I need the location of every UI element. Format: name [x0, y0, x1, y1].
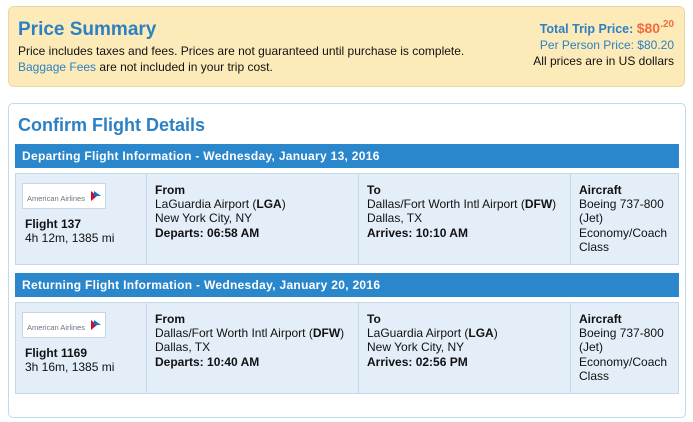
confirm-title: Confirm Flight Details	[18, 115, 206, 135]
flight-duration: 3h 16m, 1385 mi	[25, 360, 115, 374]
from-airport-name: Dallas/Fort Worth Intl Airport (	[155, 326, 313, 341]
returning-aircraft-cell: Aircraft Boeing 737-800 (Jet) Economy/Co…	[570, 303, 678, 393]
from-airport: Dallas/Fort Worth Intl Airport (DFW)	[155, 326, 344, 340]
aircraft-model: Boeing 737-800	[579, 326, 664, 341]
total-trip-price-dollars: $80	[636, 20, 661, 36]
departing-flight-row: American Airlines Flight 137 4h 12m, 138…	[15, 173, 679, 265]
from-airport-paren: )	[281, 197, 286, 212]
confirm-flight-details-panel: Confirm Flight Details Departing Flight …	[8, 103, 686, 418]
baggage-note-text: are not included in your trip cost.	[96, 60, 273, 74]
from-city: Dallas, TX	[155, 340, 211, 355]
from-label: From	[155, 312, 185, 326]
from-airport-code: DFW	[312, 326, 341, 341]
currency-note: All prices are in US dollars	[533, 54, 674, 68]
airline-eagle-icon	[91, 191, 101, 201]
cabin-class-line2: Class	[579, 239, 610, 254]
returning-flight-header: Returning Flight Information - Wednesday…	[15, 273, 679, 297]
airline-logo-text: American Airlines	[27, 194, 85, 203]
returning-flight-airline-cell: American Airlines Flight 1169 3h 16m, 13…	[16, 303, 147, 393]
departing-aircraft-cell: Aircraft Boeing 737-800 (Jet) Economy/Co…	[570, 174, 678, 264]
total-trip-price-cents: .20	[660, 19, 674, 30]
aircraft-type: (Jet)	[579, 340, 603, 355]
airline-logo-text: American Airlines	[27, 323, 85, 332]
returning-flight-row: American Airlines Flight 1169 3h 16m, 13…	[15, 302, 679, 394]
to-airport-paren: )	[493, 326, 498, 341]
airline-logo: American Airlines	[22, 183, 106, 209]
from-airport-code: LGA	[256, 197, 282, 212]
departing-flight-airline-cell: American Airlines Flight 137 4h 12m, 138…	[16, 174, 147, 264]
arrives-time: Arrives: 10:10 AM	[367, 226, 556, 240]
departing-to-cell: To Dallas/Fort Worth Intl Airport (DFW) …	[358, 174, 571, 264]
price-totals: Total Trip Price: $80.20 Per Person Pric…	[533, 19, 674, 68]
to-airport-name: Dallas/Fort Worth Intl Airport (	[367, 197, 525, 212]
price-summary-panel: Price Summary Price includes taxes and f…	[8, 6, 685, 87]
total-trip-price-label: Total Trip Price:	[539, 22, 637, 36]
arrives-time-value: 02:56 PM	[415, 354, 468, 369]
departing-flight-header: Departing Flight Information - Wednesday…	[15, 144, 679, 168]
arrives-label: Arrives:	[367, 225, 413, 240]
to-label: To	[367, 312, 381, 326]
to-airport-paren: )	[552, 197, 557, 212]
to-airport: LaGuardia Airport (LGA)	[367, 326, 498, 340]
flight-number: Flight 137	[25, 217, 82, 231]
to-label: To	[367, 183, 381, 197]
flight-duration: 4h 12m, 1385 mi	[25, 231, 115, 245]
per-person-price: Per Person Price: $80.20	[533, 38, 674, 52]
per-person-price-amount: $80.20	[637, 38, 674, 52]
to-airport-code: DFW	[524, 197, 553, 212]
price-disclaimer: Price includes taxes and fees. Prices ar…	[18, 44, 465, 58]
cabin-class-line1: Economy/Coach	[579, 225, 668, 240]
price-summary-title: Price Summary	[18, 19, 157, 40]
to-airport-name: LaGuardia Airport (	[367, 326, 469, 341]
flight-info: Flight 1169 3h 16m, 1385 mi	[25, 346, 114, 374]
from-airport: LaGuardia Airport (LGA)	[155, 197, 286, 211]
to-airport-code: LGA	[468, 326, 494, 341]
arrives-time: Arrives: 02:56 PM	[367, 355, 498, 369]
airline-eagle-icon	[91, 320, 101, 330]
to-city: New York City, NY	[367, 340, 465, 355]
arrives-time-value: 10:10 AM	[415, 225, 468, 240]
departing-from-cell: From LaGuardia Airport (LGA) New York Ci…	[146, 174, 359, 264]
aircraft-label: Aircraft	[579, 183, 622, 197]
cabin-class-line1: Economy/Coach	[579, 354, 668, 369]
baggage-note: Baggage Fees are not included in your tr…	[18, 60, 273, 74]
baggage-fees-link[interactable]: Baggage Fees	[18, 60, 96, 74]
departs-time-value: 10:40 AM	[207, 354, 260, 369]
arrives-label: Arrives:	[367, 354, 413, 369]
to-city: Dallas, TX	[367, 211, 423, 226]
from-airport-paren: )	[340, 326, 345, 341]
departs-time-value: 06:58 AM	[207, 225, 260, 240]
total-trip-price: Total Trip Price: $80.20	[533, 19, 674, 36]
from-airport-name: LaGuardia Airport (	[155, 197, 257, 212]
from-city: New York City, NY	[155, 211, 253, 226]
returning-from-cell: From Dallas/Fort Worth Intl Airport (DFW…	[146, 303, 359, 393]
departs-label: Departs:	[155, 225, 204, 240]
aircraft-label: Aircraft	[579, 312, 622, 326]
returning-to-cell: To LaGuardia Airport (LGA) New York City…	[358, 303, 571, 393]
per-person-price-label: Per Person Price:	[539, 38, 638, 52]
aircraft-type: (Jet)	[579, 211, 603, 226]
departs-label: Departs:	[155, 354, 204, 369]
flight-number: Flight 1169	[25, 346, 88, 360]
departs-time: Departs: 10:40 AM	[155, 355, 344, 369]
from-label: From	[155, 183, 185, 197]
aircraft-model: Boeing 737-800	[579, 197, 664, 212]
total-trip-price-amount: $80.20	[636, 19, 674, 36]
to-airport: Dallas/Fort Worth Intl Airport (DFW)	[367, 197, 556, 211]
airline-logo: American Airlines	[22, 312, 106, 338]
departs-time: Departs: 06:58 AM	[155, 226, 286, 240]
flight-info: Flight 137 4h 12m, 1385 mi	[25, 217, 114, 245]
cabin-class-line2: Class	[579, 368, 610, 383]
